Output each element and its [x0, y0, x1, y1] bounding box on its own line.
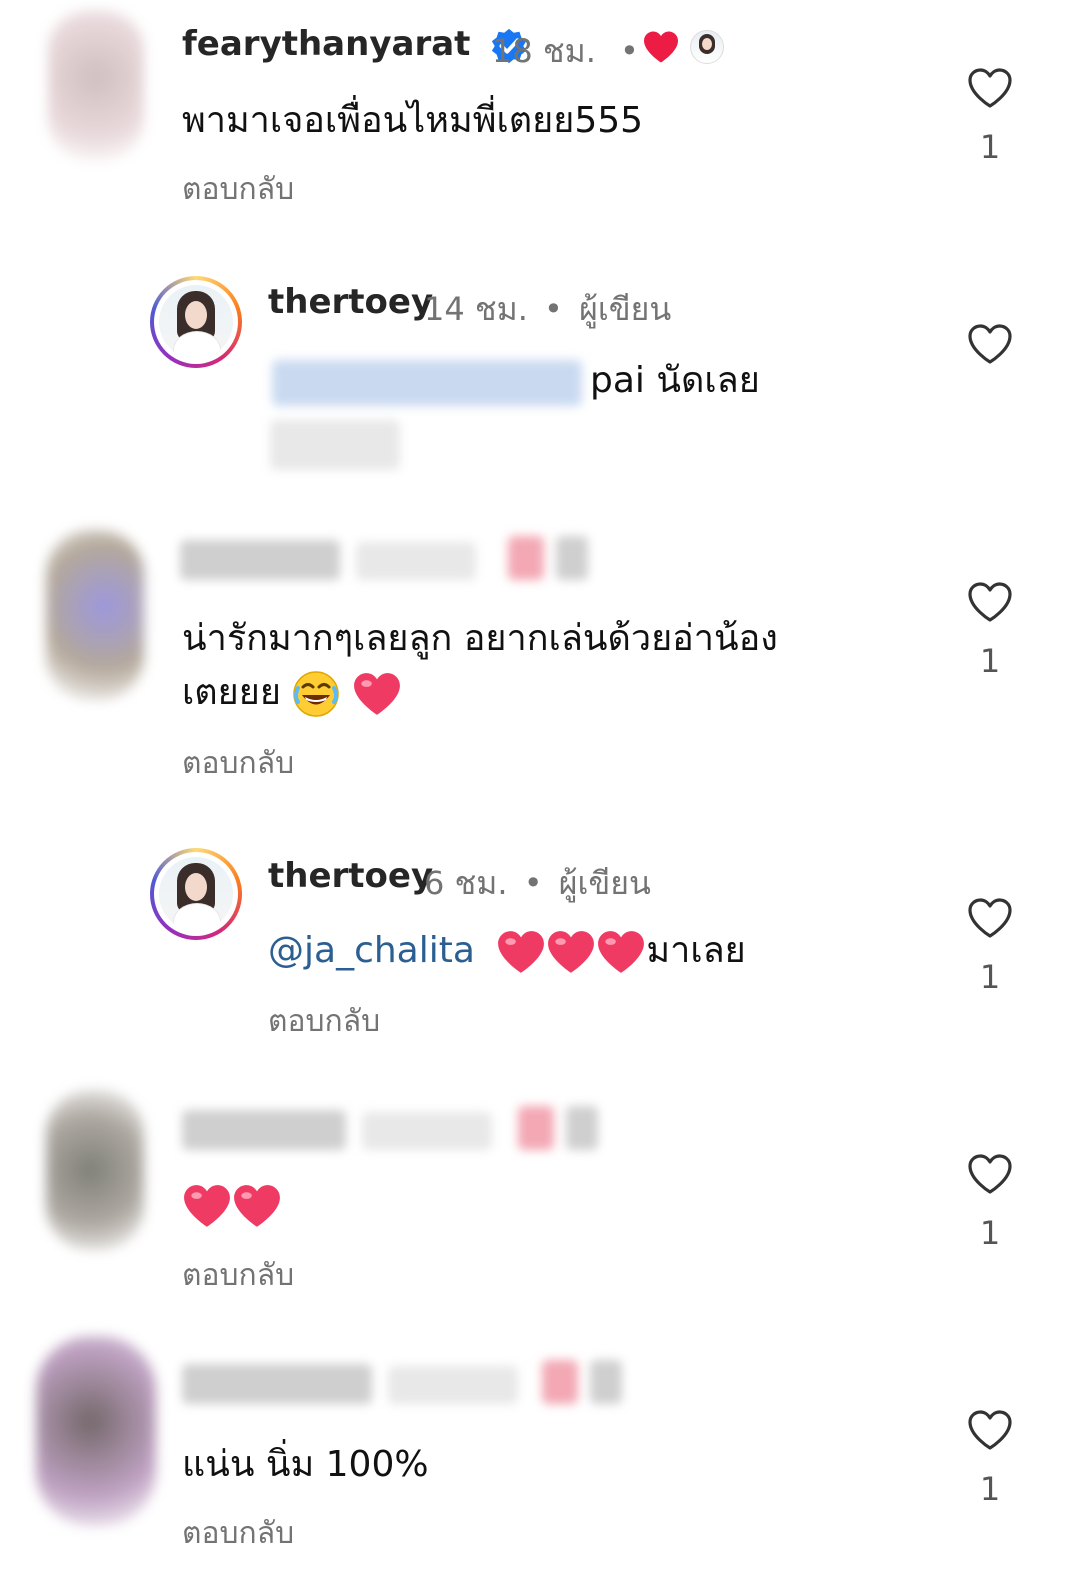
like-heart-icon[interactable]	[966, 896, 1014, 940]
redacted-username	[180, 540, 340, 580]
redacted-avatar-small	[556, 536, 588, 580]
like-heart-icon[interactable]	[966, 66, 1014, 110]
redacted-username	[182, 1364, 372, 1404]
redacted-time	[356, 542, 476, 580]
laughing-emoji-icon	[293, 671, 340, 717]
comment-text	[182, 1178, 282, 1232]
reply-button[interactable]: ตอบกลับ	[182, 166, 294, 213]
redacted-liked-heart	[518, 1106, 554, 1150]
comment-text: แน่น นิ่ม 100%	[182, 1444, 429, 1485]
red-heart-emoji-icon	[353, 673, 400, 715]
comment-1: fearythanyarat 18 ชม. • พามาเจอเพื่อนไหม…	[0, 0, 1080, 240]
red-heart-emoji-icon	[498, 931, 545, 973]
like-count: 1	[979, 1214, 1001, 1252]
redacted-time	[362, 1112, 492, 1150]
like-heart-icon[interactable]	[966, 322, 1014, 366]
avatar[interactable]	[46, 1090, 144, 1250]
reply-button[interactable]: ตอบกลับ	[182, 1510, 294, 1557]
comment-time: 18 ชม.	[492, 32, 596, 70]
like-count: 1	[979, 128, 1001, 166]
reply-button[interactable]: ตอบกลับ	[182, 1252, 294, 1299]
redacted-liked-heart	[508, 536, 544, 580]
reply-button[interactable]: ตอบกลับ	[268, 998, 380, 1045]
separator-dot: •	[620, 32, 639, 70]
mention-link[interactable]: @ja_chalita	[268, 930, 475, 971]
avatar[interactable]	[46, 530, 144, 700]
comment-time: 14 ชม.	[424, 290, 528, 328]
avatar[interactable]	[150, 848, 242, 940]
comment-3: น่ารักมากๆเลยลูก อยากเล่นด้วยอ่าน้อง เตย…	[0, 500, 1080, 810]
reply-button[interactable]: ตอบกลับ	[182, 740, 294, 787]
redacted-avatar-small	[590, 1360, 622, 1404]
redacted-mention	[272, 360, 582, 406]
author-label: ผู้เขียน	[558, 864, 651, 902]
comment-4-reply: thertoey 6 ชม. • ผู้เขียน @ja_chalita มา…	[0, 830, 1080, 1060]
comment-text: @ja_chalita มาเลย	[268, 924, 746, 978]
creator-liked-heart-icon	[644, 31, 678, 63]
comment-text: พามาเจอเพื่อนไหมพี่เตยย555	[182, 100, 644, 141]
comment-6: แน่น นิ่ม 100% ตอบกลับ 1	[0, 1326, 1080, 1586]
redacted-avatar-small	[566, 1106, 598, 1150]
like-count: 1	[979, 958, 1001, 996]
author-label: ผู้เขียน	[579, 290, 672, 328]
like-count: 1	[979, 642, 1001, 680]
separator-dot: •	[544, 290, 563, 328]
like-heart-icon[interactable]	[966, 1408, 1014, 1452]
like-heart-icon[interactable]	[966, 1152, 1014, 1196]
avatar[interactable]	[36, 1336, 156, 1526]
redacted-liked-heart	[542, 1360, 578, 1404]
like-heart-icon[interactable]	[966, 580, 1014, 624]
comment-text: pai นัดเลย	[590, 360, 760, 401]
red-heart-emoji-icon	[184, 1185, 230, 1227]
red-heart-emoji-icon	[548, 931, 595, 973]
comment-username[interactable]: thertoey	[268, 282, 433, 322]
comment-5: ตอบกลับ 1	[0, 1070, 1080, 1320]
red-heart-emoji-icon	[234, 1185, 280, 1227]
comment-time: 6 ชม.	[424, 864, 508, 902]
redacted-time	[388, 1366, 518, 1404]
creator-avatar-small	[690, 30, 724, 64]
comment-text-line-2: เตยยย	[182, 666, 402, 720]
comment-text-line-1: น่ารักมากๆเลยลูก อยากเล่นด้วยอ่าน้อง	[182, 618, 778, 659]
comment-username[interactable]: fearythanyarat	[182, 24, 528, 65]
redacted-text	[270, 420, 400, 470]
avatar[interactable]	[150, 276, 242, 368]
like-count: 1	[979, 1470, 1001, 1508]
avatar[interactable]	[48, 10, 144, 160]
red-heart-emoji-icon	[598, 931, 645, 973]
comment-username[interactable]: thertoey	[268, 856, 433, 896]
separator-dot: •	[523, 864, 543, 902]
redacted-username	[182, 1110, 346, 1150]
comment-2-reply: thertoey 14 ชม. • ผู้เขียน pai นัดเลย	[0, 260, 1080, 490]
